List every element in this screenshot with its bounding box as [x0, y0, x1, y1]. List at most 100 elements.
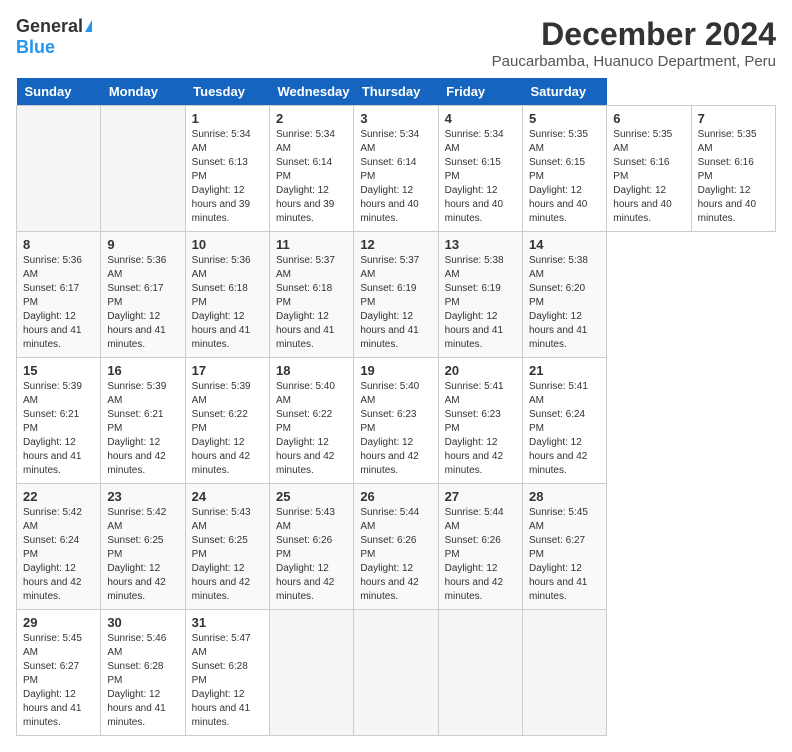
- day-info: Sunrise: 5:39 AM Sunset: 6:22 PM Dayligh…: [192, 380, 263, 478]
- calendar-cell: 25 Sunrise: 5:43 AM Sunset: 6:26 PM Dayli…: [269, 484, 353, 610]
- calendar-cell: 13 Sunrise: 5:38 AM Sunset: 6:19 PM Dayli…: [438, 232, 522, 358]
- day-info: Sunrise: 5:37 AM Sunset: 6:19 PM Dayligh…: [360, 254, 431, 352]
- day-number: 28: [529, 489, 600, 504]
- day-info: Sunrise: 5:38 AM Sunset: 6:19 PM Dayligh…: [445, 254, 516, 352]
- calendar-cell: 21 Sunrise: 5:41 AM Sunset: 6:24 PM Dayli…: [522, 358, 606, 484]
- week-row-3: 15 Sunrise: 5:39 AM Sunset: 6:21 PM Dayli…: [17, 358, 776, 484]
- calendar-cell: 4Sunrise: 5:34 AM Sunset: 6:15 PM Daylig…: [438, 106, 522, 232]
- page-container: General Blue December 2024 Paucarbamba, …: [16, 16, 776, 736]
- calendar-cell: 24Sunrise: 5:43 AM Sunset: 6:25 PM Dayli…: [185, 484, 269, 610]
- day-header-tuesday: Tuesday: [185, 78, 269, 106]
- day-info: Sunrise: 5:37 AM Sunset: 6:18 PM Dayligh…: [276, 254, 347, 352]
- day-number: 29: [23, 615, 94, 630]
- day-info: Sunrise: 5:39 AM Sunset: 6:21 PM Dayligh…: [107, 380, 178, 478]
- title-section: December 2024 Paucarbamba, Huanuco Depar…: [492, 16, 776, 70]
- calendar-cell: 26Sunrise: 5:44 AM Sunset: 6:26 PM Dayli…: [354, 484, 438, 610]
- day-number: 15: [23, 363, 94, 378]
- logo-triangle-icon: [85, 20, 92, 32]
- week-row-4: 22 Sunrise: 5:42 AM Sunset: 6:24 PM Dayli…: [17, 484, 776, 610]
- day-number: 23: [107, 489, 178, 504]
- day-info: Sunrise: 5:36 AM Sunset: 6:18 PM Dayligh…: [192, 254, 263, 352]
- day-number: 3: [360, 111, 431, 126]
- calendar-cell: 15Sunrise: 5:39 AM Sunset: 6:21 PM Dayli…: [17, 358, 101, 484]
- calendar-cell: [354, 610, 438, 736]
- day-number: 30: [107, 615, 178, 630]
- calendar-cell: [438, 610, 522, 736]
- calendar-cell: 28 Sunrise: 5:45 AM Sunset: 6:27 PM Dayli…: [522, 484, 606, 610]
- week-row-5: 29 Sunrise: 5:45 AM Sunset: 6:27 PM Dayli…: [17, 610, 776, 736]
- calendar-cell: 29 Sunrise: 5:45 AM Sunset: 6:27 PM Dayli…: [17, 610, 101, 736]
- day-number: 31: [192, 615, 263, 630]
- calendar-cell: 9Sunrise: 5:36 AM Sunset: 6:17 PM Daylig…: [101, 232, 185, 358]
- day-info: Sunrise: 5:40 AM Sunset: 6:22 PM Dayligh…: [276, 380, 347, 478]
- calendar-cell: 8 Sunrise: 5:36 AM Sunset: 6:17 PM Daylig…: [17, 232, 101, 358]
- calendar-cell: 6 Sunrise: 5:35 AM Sunset: 6:16 PM Daylig…: [607, 106, 691, 232]
- day-info: Sunrise: 5:34 AM Sunset: 6:14 PM Dayligh…: [276, 128, 347, 226]
- day-info: Sunrise: 5:41 AM Sunset: 6:24 PM Dayligh…: [529, 380, 600, 478]
- day-header-thursday: Thursday: [354, 78, 438, 106]
- day-number: 5: [529, 111, 600, 126]
- calendar-cell: 14 Sunrise: 5:38 AM Sunset: 6:20 PM Dayli…: [522, 232, 606, 358]
- calendar-cell: 10 Sunrise: 5:36 AM Sunset: 6:18 PM Dayli…: [185, 232, 269, 358]
- day-info: Sunrise: 5:34 AM Sunset: 6:13 PM Dayligh…: [192, 128, 263, 226]
- calendar-cell: 3 Sunrise: 5:34 AM Sunset: 6:14 PM Daylig…: [354, 106, 438, 232]
- day-info: Sunrise: 5:40 AM Sunset: 6:23 PM Dayligh…: [360, 380, 431, 478]
- calendar-cell: 31 Sunrise: 5:47 AM Sunset: 6:28 PM Dayli…: [185, 610, 269, 736]
- day-number: 8: [23, 237, 94, 252]
- day-info: Sunrise: 5:42 AM Sunset: 6:25 PM Dayligh…: [107, 506, 178, 604]
- day-number: 19: [360, 363, 431, 378]
- day-info: Sunrise: 5:35 AM Sunset: 6:15 PM Dayligh…: [529, 128, 600, 226]
- day-info: Sunrise: 5:34 AM Sunset: 6:14 PM Dayligh…: [360, 128, 431, 226]
- calendar-cell: 5 Sunrise: 5:35 AM Sunset: 6:15 PM Daylig…: [522, 106, 606, 232]
- calendar-cell: 16 Sunrise: 5:39 AM Sunset: 6:21 PM Dayli…: [101, 358, 185, 484]
- day-header-wednesday: Wednesday: [269, 78, 353, 106]
- day-info: Sunrise: 5:38 AM Sunset: 6:20 PM Dayligh…: [529, 254, 600, 352]
- day-info: Sunrise: 5:35 AM Sunset: 6:16 PM Dayligh…: [613, 128, 684, 226]
- day-info: Sunrise: 5:42 AM Sunset: 6:24 PM Dayligh…: [23, 506, 94, 604]
- day-info: Sunrise: 5:43 AM Sunset: 6:26 PM Dayligh…: [276, 506, 347, 604]
- day-number: 24: [192, 489, 263, 504]
- header: General Blue December 2024 Paucarbamba, …: [16, 16, 776, 70]
- day-number: 27: [445, 489, 516, 504]
- day-header-monday: Monday: [101, 78, 185, 106]
- calendar-cell: 23 Sunrise: 5:42 AM Sunset: 6:25 PM Dayli…: [101, 484, 185, 610]
- day-number: 13: [445, 237, 516, 252]
- day-number: 6: [613, 111, 684, 126]
- day-number: 14: [529, 237, 600, 252]
- day-number: 20: [445, 363, 516, 378]
- calendar-cell: 11 Sunrise: 5:37 AM Sunset: 6:18 PM Dayli…: [269, 232, 353, 358]
- day-number: 10: [192, 237, 263, 252]
- calendar-cell: [101, 106, 185, 232]
- day-info: Sunrise: 5:44 AM Sunset: 6:26 PM Dayligh…: [360, 506, 431, 604]
- day-number: 16: [107, 363, 178, 378]
- logo-general-text: General: [16, 16, 83, 37]
- day-number: 25: [276, 489, 347, 504]
- calendar-cell: [522, 610, 606, 736]
- day-info: Sunrise: 5:35 AM Sunset: 6:16 PM Dayligh…: [698, 128, 769, 226]
- logo-blue-text: Blue: [16, 37, 55, 58]
- day-number: 21: [529, 363, 600, 378]
- day-info: Sunrise: 5:45 AM Sunset: 6:27 PM Dayligh…: [23, 632, 94, 730]
- day-info: Sunrise: 5:45 AM Sunset: 6:27 PM Dayligh…: [529, 506, 600, 604]
- day-number: 22: [23, 489, 94, 504]
- day-header-saturday: Saturday: [522, 78, 606, 106]
- day-info: Sunrise: 5:36 AM Sunset: 6:17 PM Dayligh…: [107, 254, 178, 352]
- day-info: Sunrise: 5:36 AM Sunset: 6:17 PM Dayligh…: [23, 254, 94, 352]
- day-number: 2: [276, 111, 347, 126]
- day-header-friday: Friday: [438, 78, 522, 106]
- day-number: 18: [276, 363, 347, 378]
- calendar-table: SundayMondayTuesdayWednesdayThursdayFrid…: [16, 78, 776, 736]
- calendar-cell: 2 Sunrise: 5:34 AM Sunset: 6:14 PM Daylig…: [269, 106, 353, 232]
- calendar-cell: 1Sunrise: 5:34 AM Sunset: 6:13 PM Daylig…: [185, 106, 269, 232]
- calendar-title: December 2024: [492, 16, 776, 53]
- day-header-sunday: Sunday: [17, 78, 101, 106]
- calendar-cell: 20Sunrise: 5:41 AM Sunset: 6:23 PM Dayli…: [438, 358, 522, 484]
- day-number: 17: [192, 363, 263, 378]
- calendar-cell: 12Sunrise: 5:37 AM Sunset: 6:19 PM Dayli…: [354, 232, 438, 358]
- day-number: 11: [276, 237, 347, 252]
- calendar-cell: 27Sunrise: 5:44 AM Sunset: 6:26 PM Dayli…: [438, 484, 522, 610]
- week-row-2: 8 Sunrise: 5:36 AM Sunset: 6:17 PM Daylig…: [17, 232, 776, 358]
- calendar-cell: 30Sunrise: 5:46 AM Sunset: 6:28 PM Dayli…: [101, 610, 185, 736]
- day-info: Sunrise: 5:47 AM Sunset: 6:28 PM Dayligh…: [192, 632, 263, 730]
- calendar-cell: 19 Sunrise: 5:40 AM Sunset: 6:23 PM Dayli…: [354, 358, 438, 484]
